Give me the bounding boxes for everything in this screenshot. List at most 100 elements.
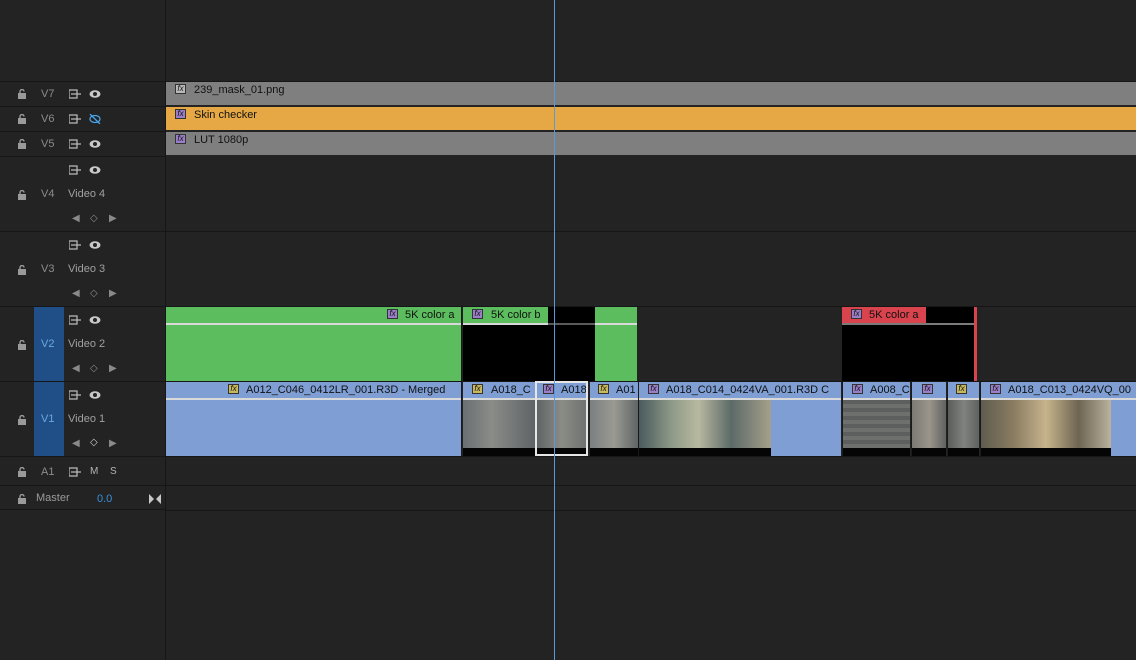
eye-icon[interactable] xyxy=(89,165,101,175)
track-header-v7: V7 xyxy=(0,81,165,106)
clip-a008-c[interactable]: fx A008_C xyxy=(842,382,910,456)
letterbox xyxy=(981,448,1111,456)
add-keyframe-icon[interactable]: ◇ xyxy=(90,437,98,448)
lock-icon[interactable] xyxy=(17,467,27,477)
playhead[interactable] xyxy=(554,0,555,660)
next-keyframe-icon[interactable]: ▶ xyxy=(109,363,117,374)
track-header-v2: V2 Video 2 ◀ ◇ ▶ xyxy=(0,306,165,382)
clip-label: A018 xyxy=(561,384,587,396)
clip-a018-c014[interactable]: fx A018_C014_0424VA_001.R3D C xyxy=(638,382,841,456)
track-id: V6 xyxy=(41,113,55,125)
next-keyframe-icon[interactable]: ▶ xyxy=(109,288,117,299)
lock-icon[interactable] xyxy=(17,415,27,425)
go-to-in-out-icon[interactable] xyxy=(149,494,161,504)
lock-icon[interactable] xyxy=(17,89,27,99)
clip-a018-c013[interactable]: fx A018_C013_0424VQ_00 xyxy=(980,382,1136,456)
clip-lut-1080p[interactable]: fx LUT 1080p xyxy=(166,132,1136,155)
prev-keyframe-icon[interactable]: ◀ xyxy=(72,213,80,224)
prev-keyframe-icon[interactable]: ◀ xyxy=(72,438,80,449)
fx-badge-icon: fx xyxy=(990,384,1001,394)
clip-239-mask[interactable]: fx 239_mask_01.png xyxy=(166,82,1136,105)
timeline-area[interactable]: fx 239_mask_01.png fx Skin checker fx LU… xyxy=(166,0,1136,660)
sync-lock-icon[interactable] xyxy=(69,467,81,477)
clip-short-1[interactable]: fx xyxy=(911,382,946,456)
clip-a018-c[interactable]: fx A018_C xyxy=(463,382,535,456)
track-label[interactable]: Video 1 xyxy=(68,413,105,425)
next-keyframe-icon[interactable]: ▶ xyxy=(109,438,117,449)
clip-label: A018_C013_0424VQ_00 xyxy=(1008,384,1131,396)
clip-skin-checker[interactable]: fx Skin checker xyxy=(166,107,1136,130)
sync-lock-icon[interactable] xyxy=(69,114,81,124)
letterbox xyxy=(843,448,910,456)
clip-label: A012_C046_0412LR_001.R3D - Merged xyxy=(246,384,446,396)
mute-button[interactable]: M xyxy=(90,466,98,477)
lock-icon[interactable] xyxy=(17,265,27,275)
lock-icon[interactable] xyxy=(17,190,27,200)
clip-5k-color-a-red[interactable]: fx 5K color a xyxy=(842,307,977,381)
sync-lock-icon[interactable] xyxy=(69,390,81,400)
clip-label: 239_mask_01.png xyxy=(194,84,285,96)
letterbox xyxy=(912,448,946,456)
opacity-line xyxy=(166,398,461,400)
fx-badge-icon: fx xyxy=(175,84,186,94)
opacity-line xyxy=(166,323,461,325)
add-keyframe-icon[interactable]: ◇ xyxy=(90,288,98,299)
clip-5k-color-a[interactable]: fx 5K color a xyxy=(166,307,462,381)
eye-icon[interactable] xyxy=(89,240,101,250)
add-keyframe-icon[interactable]: ◇ xyxy=(90,213,98,224)
next-keyframe-icon[interactable]: ▶ xyxy=(109,213,117,224)
clip-a012-c046[interactable]: fx A012_C046_0412LR_001.R3D - Merged xyxy=(166,382,462,456)
track-label[interactable]: Video 3 xyxy=(68,263,105,275)
track-headers-panel: V7 V6 V5 V4 Video 4 ◀ ◇ ▶ V3 Video 3 ◀ ◇… xyxy=(0,0,166,660)
track-id: V4 xyxy=(41,188,55,200)
track-id: V2 xyxy=(41,338,55,350)
letterbox xyxy=(537,448,586,454)
lock-icon[interactable] xyxy=(17,139,27,149)
eye-icon[interactable] xyxy=(89,315,101,325)
letterbox xyxy=(463,448,535,456)
divider xyxy=(166,485,1136,486)
sync-lock-icon[interactable] xyxy=(69,89,81,99)
track-header-a1: A1 M S xyxy=(0,456,165,485)
sync-lock-icon[interactable] xyxy=(69,165,81,175)
eye-icon[interactable] xyxy=(89,390,101,400)
sync-lock-icon[interactable] xyxy=(69,315,81,325)
add-keyframe-icon[interactable]: ◇ xyxy=(90,363,98,374)
lock-icon[interactable] xyxy=(17,114,27,124)
clip-short-2[interactable]: fx xyxy=(947,382,979,456)
fx-badge-icon: fx xyxy=(472,309,483,319)
eye-icon[interactable] xyxy=(89,89,101,99)
track-id: V3 xyxy=(41,263,55,275)
sync-lock-icon[interactable] xyxy=(69,240,81,250)
eye-icon[interactable] xyxy=(89,139,101,149)
divider xyxy=(166,510,1136,511)
clip-5k-color-b[interactable]: fx 5K color b xyxy=(463,307,548,381)
lock-icon[interactable] xyxy=(17,494,27,504)
clip-thumbnail xyxy=(981,400,1111,448)
divider xyxy=(166,231,1136,232)
clip-label: Skin checker xyxy=(194,109,257,121)
clip-black-gap[interactable] xyxy=(548,307,595,381)
solo-button[interactable]: S xyxy=(110,466,117,477)
eye-hidden-icon[interactable] xyxy=(89,114,101,124)
prev-keyframe-icon[interactable]: ◀ xyxy=(72,363,80,374)
fx-badge-icon: fx xyxy=(852,384,863,394)
track-id: A1 xyxy=(41,466,55,478)
clip-green-segment[interactable] xyxy=(595,307,637,381)
clip-thumbnail xyxy=(590,400,638,448)
fx-badge-icon: fx xyxy=(228,384,239,394)
clip-a018-selected[interactable]: fx A018 xyxy=(535,381,588,456)
prev-keyframe-icon[interactable]: ◀ xyxy=(72,288,80,299)
master-volume-value[interactable]: 0.0 xyxy=(97,493,112,505)
track-header-v4: V4 Video 4 ◀ ◇ ▶ xyxy=(0,156,165,231)
track-label[interactable]: Video 2 xyxy=(68,338,105,350)
sync-lock-icon[interactable] xyxy=(69,139,81,149)
clip-thumbnail xyxy=(948,400,979,448)
lock-icon[interactable] xyxy=(17,340,27,350)
clip-label: A018_C xyxy=(491,384,531,396)
fx-badge-icon: fx xyxy=(175,134,186,144)
track-label[interactable]: Video 4 xyxy=(68,188,105,200)
opacity-line xyxy=(842,323,977,325)
clip-a01[interactable]: fx A01 xyxy=(590,382,638,456)
track-id: V1 xyxy=(41,413,55,425)
